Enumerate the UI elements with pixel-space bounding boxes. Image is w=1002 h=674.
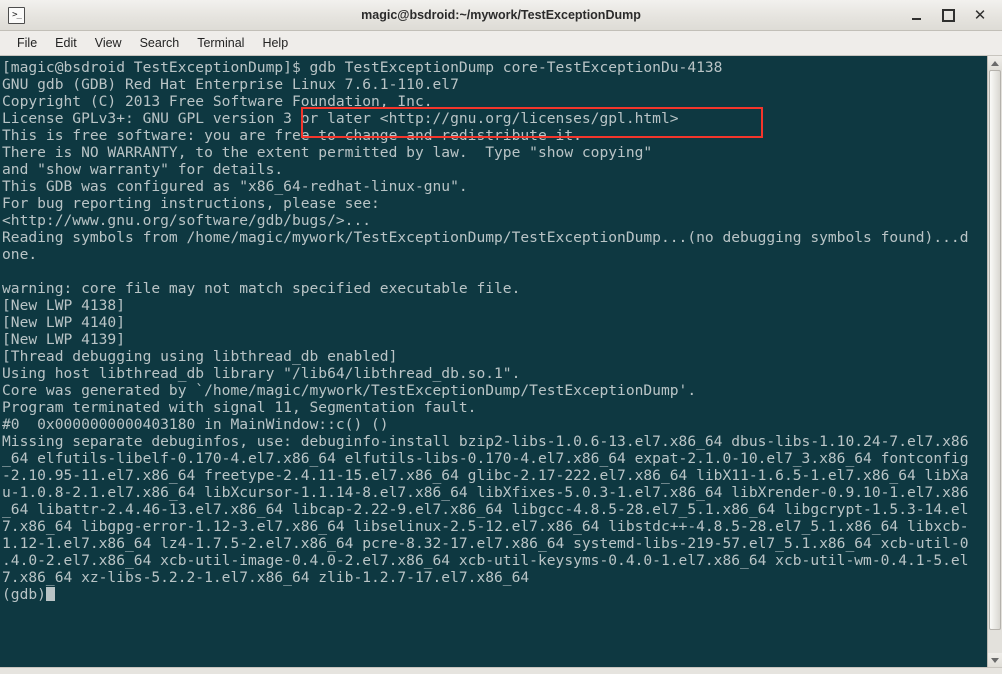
scrollbar-thumb[interactable] [989,70,1001,630]
terminal-line: Copyright (C) 2013 Free Software Foundat… [2,93,433,110]
chevron-down-icon [991,657,999,663]
terminal-line: .4.0-2.el7.x86_64 xcb-util-image-0.4.0-2… [2,552,969,569]
terminal-line: and "show warranty" for details. [2,161,284,178]
maximize-button[interactable] [940,7,956,23]
terminal-line: Program terminated with signal 11, Segme… [2,399,477,416]
scroll-up-arrow-button[interactable] [988,56,1002,70]
menu-item-edit[interactable]: Edit [46,33,86,53]
gdb-prompt-line: (gdb) [2,586,987,603]
terminal-line: 1.12-1.el7.x86_64 lz4-1.7.5-2.el7.x86_64… [2,535,969,552]
terminal-scrollbar[interactable] [987,56,1002,667]
window-title: magic@bsdroid:~/mywork/TestExceptionDump [361,8,641,22]
terminal-line: This GDB was configured as "x86_64-redha… [2,178,468,195]
terminal-line: [magic@bsdroid TestExceptionDump]$ gdb T… [2,59,723,76]
close-button[interactable]: ✕ [972,6,988,24]
window-bottom-strip [0,667,1002,674]
scroll-down-arrow-button[interactable] [988,653,1002,667]
title-bar: >_ magic@bsdroid:~/mywork/TestExceptionD… [0,0,1002,31]
terminal-line: [Thread debugging using libthread_db ena… [2,348,398,365]
terminal-line: u-1.0.8-2.1.el7.x86_64 libXcursor-1.1.14… [2,484,969,501]
terminal-line: _64 libattr-2.4.46-13.el7.x86_64 libcap-… [2,501,969,518]
terminal-area: [magic@bsdroid TestExceptionDump]$ gdb T… [0,56,1002,667]
terminal-line: 7.x86_64 libgpg-error-1.12-3.el7.x86_64 … [2,518,969,535]
menu-item-view[interactable]: View [86,33,131,53]
chevron-up-icon [991,60,999,66]
terminal-line: [New LWP 4139] [2,331,126,348]
minimize-button[interactable] [908,7,924,23]
terminal-line: For bug reporting instructions, please s… [2,195,380,212]
terminal-line: Using host libthread_db library "/lib64/… [2,365,521,382]
terminal-icon: >_ [8,6,25,24]
terminal-line: 7.x86_64 xz-libs-5.2.2-1.el7.x86_64 zlib… [2,569,530,586]
terminal-line: There is NO WARRANTY, to the extent perm… [2,144,653,161]
terminal-line: [New LWP 4140] [2,314,126,331]
terminal-line: #0 0x0000000000403180 in MainWindow::c()… [2,416,389,433]
terminal-line: -2.10.95-11.el7.x86_64 freetype-2.4.11-1… [2,467,969,484]
menu-bar: File Edit View Search Terminal Help [0,31,1002,56]
menu-item-search[interactable]: Search [131,33,189,53]
terminal-window: >_ magic@bsdroid:~/mywork/TestExceptionD… [0,0,1002,674]
terminal-cursor [45,587,55,601]
terminal-line: Reading symbols from /home/magic/mywork/… [2,229,969,246]
terminal-line: This is free software: you are free to c… [2,127,582,144]
menu-item-terminal[interactable]: Terminal [188,33,253,53]
terminal-line: GNU gdb (GDB) Red Hat Enterprise Linux 7… [2,76,459,93]
window-controls: ✕ [908,6,996,24]
terminal-line: <http://www.gnu.org/software/gdb/bugs/>.… [2,212,372,229]
terminal-line: Missing separate debuginfos, use: debugi… [2,433,969,450]
terminal-line: Core was generated by `/home/magic/mywor… [2,382,697,399]
terminal-line: _64 elfutils-libelf-0.170-4.el7.x86_64 e… [2,450,969,467]
menu-item-file[interactable]: File [8,33,46,53]
menu-item-help[interactable]: Help [253,33,297,53]
terminal-line: [New LWP 4138] [2,297,126,314]
terminal-line: warning: core file may not match specifi… [2,280,521,297]
terminal-output[interactable]: [magic@bsdroid TestExceptionDump]$ gdb T… [0,56,987,667]
terminal-line: one. [2,246,38,263]
terminal-icon-glyph: >_ [12,9,22,20]
terminal-line: License GPLv3+: GNU GPL version 3 or lat… [2,110,679,127]
